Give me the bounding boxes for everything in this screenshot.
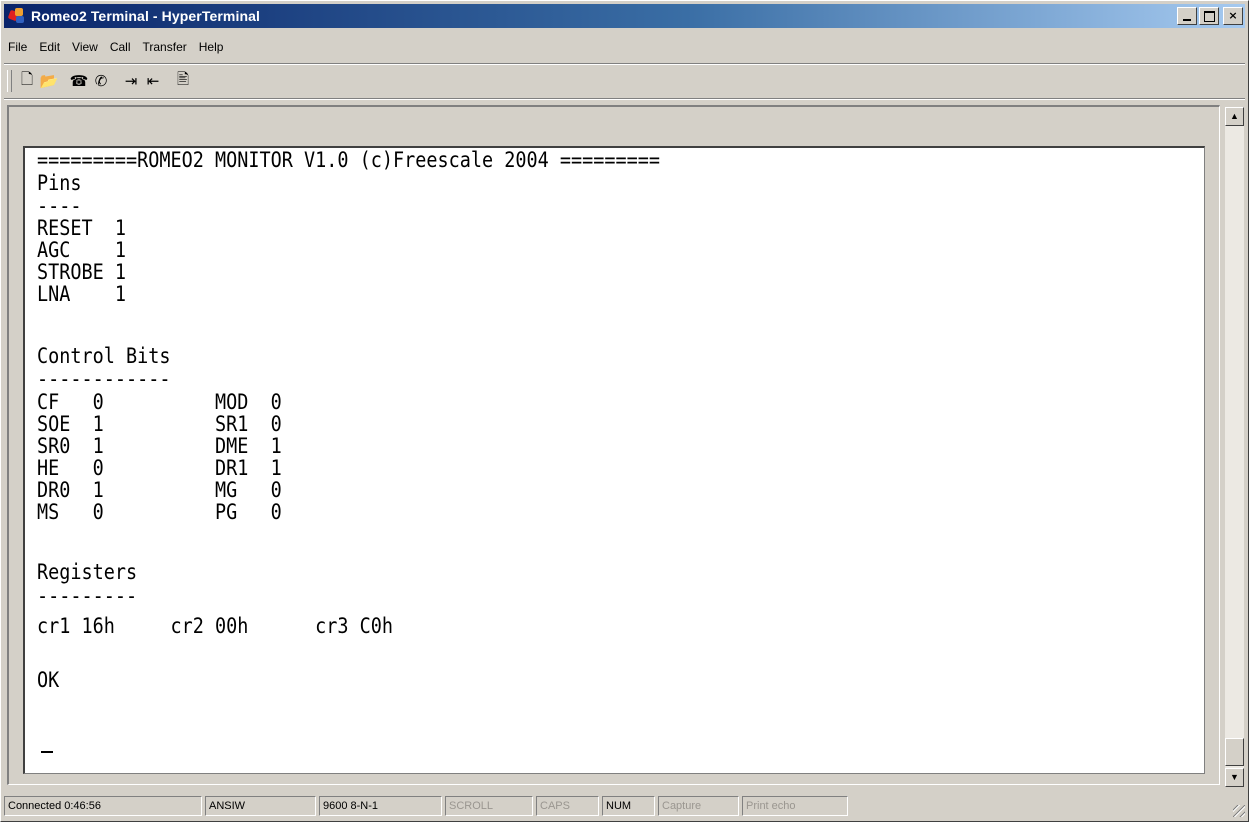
status-connection: Connected 0:46:56 <box>4 796 202 816</box>
menu-bar: File Edit View Call Transfer Help <box>4 37 229 57</box>
toolbar: 🗋 📂 ☎ ✆ ⇥ ⇤ 🖹 <box>7 68 194 94</box>
window-title: Romeo2 Terminal - HyperTerminal <box>31 8 260 24</box>
hyperterminal-app-icon[interactable] <box>7 8 25 24</box>
status-capture: Capture <box>658 796 739 816</box>
terminal-line: Registers <box>37 560 138 584</box>
terminal-line: ---- <box>37 194 82 218</box>
properties-icon[interactable]: 🖹 <box>172 70 194 92</box>
status-scroll-lock: SCROLL <box>445 796 533 816</box>
minimize-button[interactable] <box>1177 7 1197 25</box>
maximize-icon <box>1204 11 1215 22</box>
menu-edit[interactable]: Edit <box>33 40 66 54</box>
status-num-lock: NUM <box>602 796 655 816</box>
terminal-line: DR0 1 MG 0 <box>37 478 282 502</box>
scroll-up-button[interactable]: ▲ <box>1225 107 1244 126</box>
terminal-line: ------------ <box>37 367 171 391</box>
window-controls: × <box>1177 7 1243 25</box>
toolbar-divider <box>4 63 1245 65</box>
terminal-line: =========ROMEO2 MONITOR V1.0 (c)Freescal… <box>37 148 661 172</box>
new-icon[interactable]: 🗋 <box>16 70 38 92</box>
close-button[interactable]: × <box>1223 7 1243 25</box>
menu-call[interactable]: Call <box>104 40 137 54</box>
terminal-line: AGC 1 <box>37 238 127 262</box>
status-bar: Connected 0:46:56 ANSIW 9600 8-N-1 SCROL… <box>4 793 1247 819</box>
close-icon: × <box>1228 9 1238 22</box>
status-emulation: ANSIW <box>205 796 316 816</box>
terminal-line: Control Bits <box>37 344 171 368</box>
terminal-line: CF 0 MOD 0 <box>37 390 282 414</box>
terminal-line: LNA 1 <box>37 282 127 306</box>
menu-file[interactable]: File <box>4 40 33 54</box>
terminal-line: SOE 1 SR1 0 <box>37 412 282 436</box>
terminal-line: STROBE 1 <box>37 260 127 284</box>
terminal-line: SR0 1 DME 1 <box>37 434 282 458</box>
toolbar-grip[interactable] <box>7 70 12 92</box>
send-icon[interactable]: ⇥ <box>120 70 142 92</box>
terminal-line: OK <box>37 668 60 692</box>
hyperterminal-window: Romeo2 Terminal - HyperTerminal × File E… <box>0 0 1249 822</box>
minimize-icon <box>1183 19 1191 21</box>
terminal-line: cr1 16h cr2 00h cr3 C0h <box>37 614 394 638</box>
receive-icon[interactable]: ⇤ <box>142 70 164 92</box>
menu-transfer[interactable]: Transfer <box>137 40 193 54</box>
call-icon[interactable]: ☎ <box>68 70 90 92</box>
arrow-up-icon: ▲ <box>1230 111 1239 121</box>
status-caps-lock: CAPS <box>536 796 599 816</box>
scroll-down-button[interactable]: ▼ <box>1225 768 1244 787</box>
terminal-line: RESET 1 <box>37 216 127 240</box>
text-cursor <box>41 751 53 753</box>
status-print-echo: Print echo <box>742 796 848 816</box>
terminal-screen[interactable]: =========ROMEO2 MONITOR V1.0 (c)Freescal… <box>23 146 1205 774</box>
toolbar-divider-bottom <box>4 98 1245 100</box>
arrow-down-icon: ▼ <box>1230 772 1239 782</box>
terminal-line: MS 0 PG 0 <box>37 500 282 524</box>
scroll-thumb[interactable] <box>1225 738 1244 766</box>
terminal-line: --------- <box>37 584 138 608</box>
terminal-line: Pins <box>37 171 82 195</box>
terminal-line: HE 0 DR1 1 <box>37 456 282 480</box>
maximize-button[interactable] <box>1199 7 1219 25</box>
disconnect-icon[interactable]: ✆ <box>90 70 112 92</box>
status-port-settings: 9600 8-N-1 <box>319 796 442 816</box>
title-bar[interactable]: Romeo2 Terminal - HyperTerminal × <box>4 4 1245 28</box>
menu-help[interactable]: Help <box>193 40 230 54</box>
resize-grip-icon[interactable] <box>1233 805 1245 817</box>
menu-view[interactable]: View <box>66 40 104 54</box>
open-icon[interactable]: 📂 <box>38 70 60 92</box>
vertical-scrollbar[interactable]: ▲ ▼ <box>1225 107 1244 787</box>
